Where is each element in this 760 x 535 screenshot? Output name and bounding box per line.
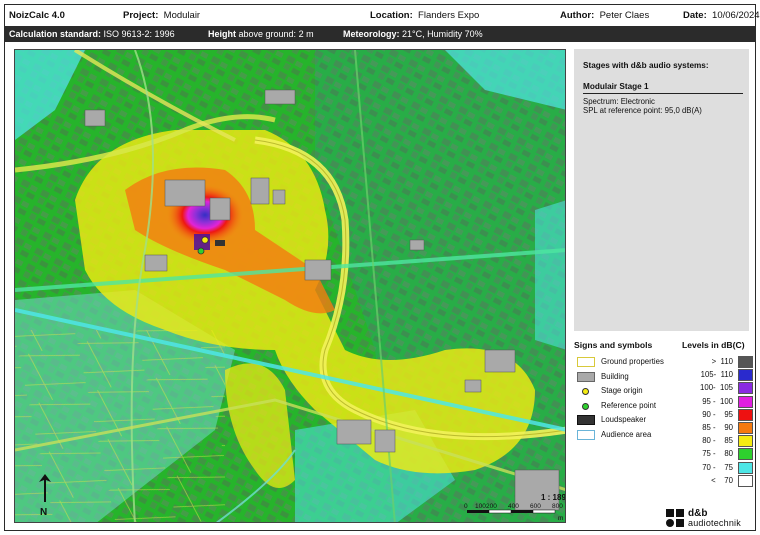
legend-level-swatch <box>738 382 753 395</box>
legend-symbol-label: Stage origin <box>601 386 643 395</box>
legend-symbol-reference: Reference point <box>574 400 684 412</box>
legend-level-label: < 70 <box>711 475 733 485</box>
legend-level-swatch <box>738 408 753 421</box>
scale-tick-label: 600 <box>530 503 541 510</box>
legend-symbol-label: Reference point <box>601 400 657 410</box>
scale-tick-label: 400 <box>508 503 519 510</box>
standard-label: Calculation standard: <box>9 29 102 39</box>
legend-symbol-building: Building <box>574 371 684 383</box>
speaker-swatch <box>577 415 595 425</box>
scale-tick-label: 200 <box>486 503 497 510</box>
standard-value: ISO 9613-2: 1996 <box>103 29 175 39</box>
legend-level-swatch <box>738 356 753 368</box>
author-value: Peter Claes <box>599 10 650 21</box>
panel-heading: Stages with d&b audio systems: <box>583 61 709 70</box>
stage-swatch <box>582 388 589 395</box>
noise-map[interactable]: N 1 : 18920 0 100200 400 600 800 m <box>14 49 566 523</box>
legend-level-row: < 70 <box>685 474 755 487</box>
reference-point-marker[interactable] <box>197 247 205 255</box>
building-swatch <box>577 371 595 382</box>
legend-symbol-label: Audience area <box>601 429 652 439</box>
report-page: NoizCalc 4.0 Project: Modulair Location:… <box>4 4 760 531</box>
legend-level-label: 80 - 85 <box>702 436 733 446</box>
scale-ratio: 1 : 18920 <box>541 493 566 502</box>
legend-level-row: 80 - 85 <box>685 435 755 448</box>
project-value: Modulair <box>163 10 201 21</box>
north-label: N <box>40 507 47 518</box>
meteo-label: Meteorology: <box>343 29 400 39</box>
legend-symbol-ground: Ground properties <box>574 356 684 368</box>
spl-line: SPL at reference point: 95,0 dB(A) <box>583 106 702 115</box>
ground-swatch <box>577 357 595 367</box>
legend-level-row: 90 - 95 <box>685 408 755 421</box>
legend-level-row: > 110 <box>685 356 755 368</box>
height-value: above ground: 2 m <box>238 29 314 39</box>
legend-level-label: 95 - 100 <box>702 396 733 406</box>
db-logo-mark <box>666 509 684 527</box>
app-title: NoizCalc 4.0 <box>9 10 65 21</box>
spectrum-line: Spectrum: Electronic <box>583 97 655 106</box>
db-audiotechnik-logo: d&b audiotechnik <box>666 508 751 528</box>
logo-line-2: audiotechnik <box>688 518 741 528</box>
legend-symbol-speaker: Loudspeaker <box>574 414 684 426</box>
loudspeaker-marker <box>215 240 225 246</box>
legend-level-label: 105- 110 <box>700 370 733 380</box>
legend-level-label: 70 - 75 <box>702 462 733 472</box>
scale-tick-label: 800 <box>552 503 563 510</box>
audience-swatch <box>577 429 595 440</box>
scale-tick-label: 0 <box>464 503 468 510</box>
stage-info-panel: Stages with d&b audio systems: Modulair … <box>574 49 749 331</box>
legend-symbol-label: Ground properties <box>601 357 664 366</box>
scale-unit: m <box>558 515 563 522</box>
calculation-bar: Calculation standard: ISO 9613-2: 1996 H… <box>5 26 755 42</box>
project-label: Project: <box>123 10 159 21</box>
panel-divider <box>583 93 743 94</box>
legend-level-row: 95 - 100 <box>685 395 755 408</box>
legend-level-label: 90 - 95 <box>702 409 733 419</box>
reference-swatch <box>582 402 589 410</box>
legend-level-swatch <box>738 369 753 382</box>
author-label: Author: <box>560 10 595 21</box>
noise-map-canvas: N 1 : 18920 0 100200 400 600 800 m <box>15 50 566 522</box>
location-label: Location: <box>370 10 413 21</box>
date-value: 10/06/2024 <box>712 10 760 21</box>
stage-origin-marker[interactable] <box>201 236 209 244</box>
legend-level-row: 100- 105 <box>685 382 755 395</box>
report-header: NoizCalc 4.0 Project: Modulair Location:… <box>5 5 760 25</box>
legend-symbol-label: Loudspeaker <box>601 415 647 424</box>
meteo-value: 21°C, Humidity 70% <box>402 29 483 39</box>
legend-level-row: 105- 110 <box>685 369 755 382</box>
levels-title: Levels in dB(C) <box>682 340 745 350</box>
legend-level-swatch <box>738 474 753 487</box>
legend-symbol-audience: Audience area <box>574 429 684 441</box>
legend-level-swatch <box>738 435 753 448</box>
legend-level-swatch <box>738 448 753 461</box>
legend-level-row: 70 - 75 <box>685 461 755 474</box>
stage-name: Modulair Stage 1 <box>583 82 649 91</box>
legend-level-swatch <box>738 461 753 474</box>
legend-level-swatch <box>738 422 753 434</box>
legend-level-swatch <box>738 395 753 408</box>
legend-level-label: 75 - 80 <box>702 449 733 459</box>
legend-level-row: 85 - 90 <box>685 422 755 434</box>
scale-tick-label: 100 <box>475 503 486 510</box>
legend-level-row: 75 - 80 <box>685 448 755 461</box>
legend-symbol-label: Building <box>601 371 629 381</box>
legend-level-label: 100- 105 <box>700 383 733 393</box>
symbols-title: Signs and symbols <box>574 340 653 350</box>
height-label: Height <box>208 29 236 39</box>
date-label: Date: <box>683 10 707 21</box>
location-value: Flanders Expo <box>418 10 480 21</box>
legend-symbol-stage: Stage origin <box>574 385 684 397</box>
legend-level-label: > 110 <box>711 357 733 366</box>
legend-level-label: 85 - 90 <box>702 423 733 432</box>
